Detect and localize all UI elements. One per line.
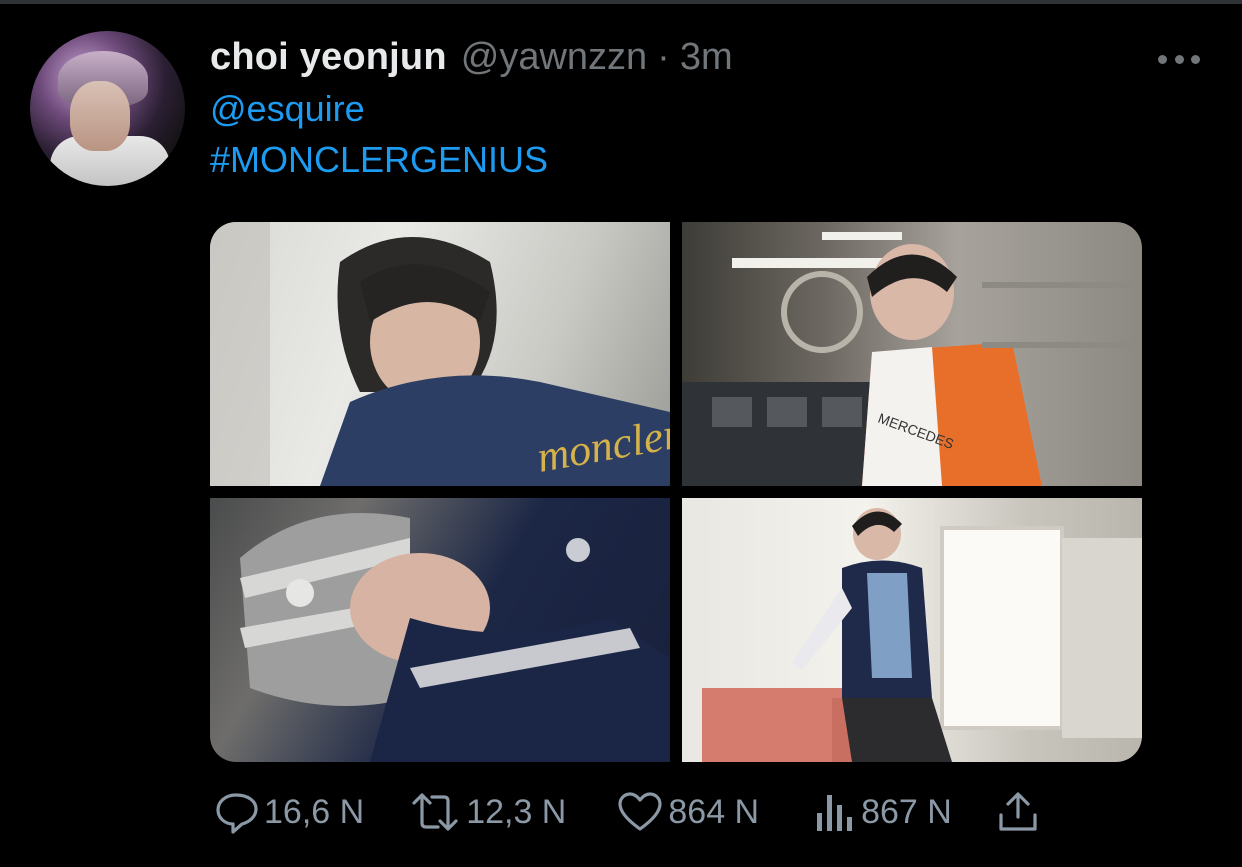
hashtag-link[interactable]: #MONCLERGENIUS [210, 139, 548, 181]
bar-chart-icon [815, 789, 857, 835]
photo-1[interactable]: moncler [210, 222, 670, 486]
views-count: 867 N [861, 792, 952, 831]
more-dot [1174, 54, 1184, 64]
avatar-face [70, 81, 130, 151]
photo-3[interactable] [210, 498, 670, 762]
tweet-time[interactable]: 3m [680, 36, 733, 79]
more-dot [1191, 54, 1200, 64]
author-name[interactable]: choi yeonjun [210, 36, 447, 79]
photo-3-illustration [240, 513, 670, 762]
reply-button[interactable]: 16,6 N [214, 788, 364, 836]
tweet-actions: 16,6 N 12,3 N 864 N 867 N [214, 788, 1040, 836]
photo-1-illustration: moncler [210, 222, 670, 486]
like-count: 864 N [668, 792, 760, 831]
reply-bubble-icon [214, 789, 260, 835]
tweet-header: choi yeonjun @yawnzzn · 3m [210, 36, 733, 78]
more-options-icon[interactable] [1158, 52, 1200, 66]
retweet-count: 12,3 N [466, 792, 567, 831]
photo-4-illustration [702, 508, 1142, 762]
author-handle[interactable]: @yawnzzn [461, 36, 647, 79]
reply-count: 16,6 N [264, 792, 365, 831]
photo-2-illustration: MERCEDES [682, 232, 1142, 486]
separator-dot: · [657, 36, 670, 78]
media-grid: moncler MERCEDES [210, 222, 1142, 762]
heart-icon [616, 789, 664, 835]
share-button[interactable] [996, 788, 1040, 836]
like-button[interactable]: 864 N [616, 788, 759, 836]
share-upload-icon [996, 789, 1040, 835]
photo-2[interactable]: MERCEDES [682, 222, 1142, 486]
mention-link[interactable]: @esquire [210, 88, 365, 130]
more-dot [1158, 54, 1167, 64]
photo-4[interactable] [682, 498, 1142, 762]
views-button[interactable]: 867 N [815, 788, 952, 836]
top-divider [0, 0, 1242, 4]
retweet-button[interactable]: 12,3 N [408, 788, 566, 836]
retweet-arrows-icon [408, 789, 462, 835]
avatar[interactable] [30, 31, 185, 186]
